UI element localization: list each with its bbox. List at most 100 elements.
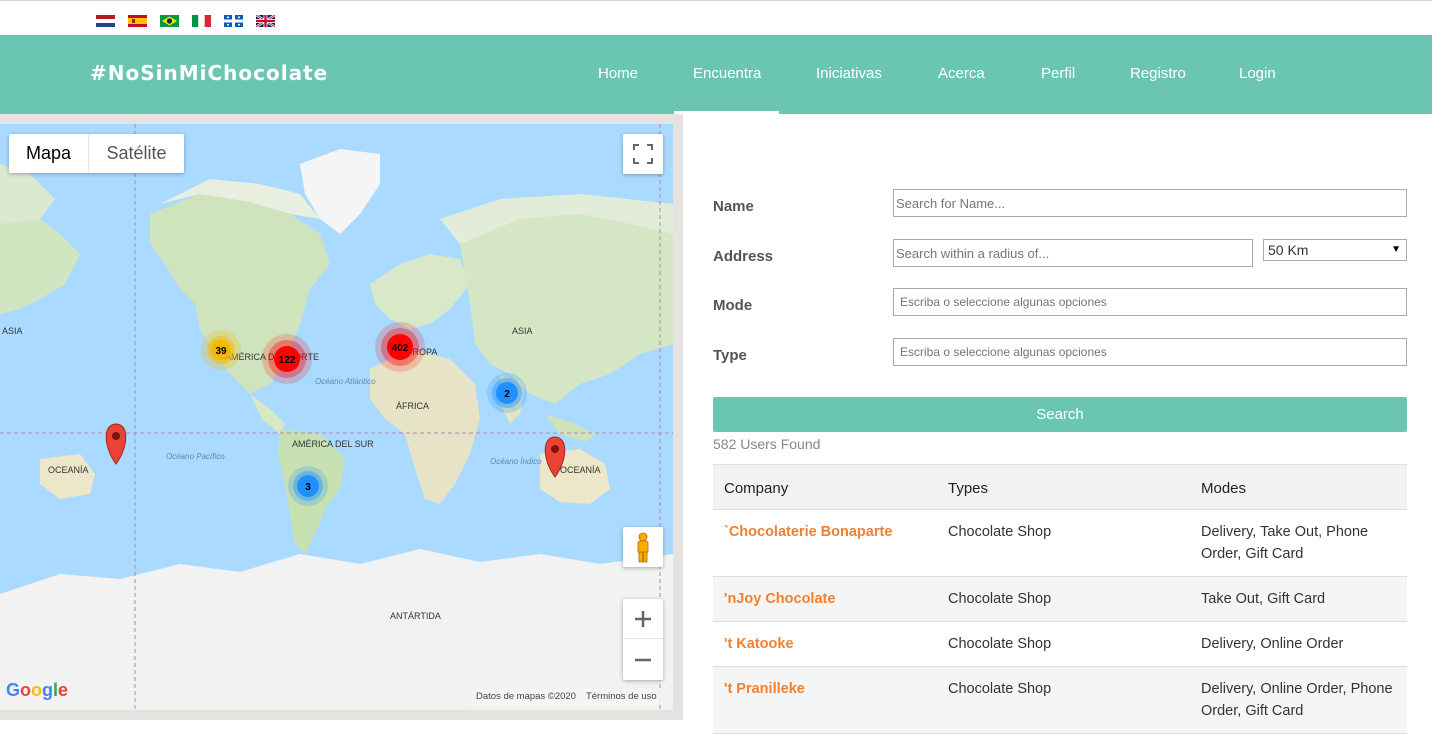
street-view-button[interactable]: [623, 527, 663, 567]
modes-cell: Delivery, Online Order: [1201, 636, 1344, 652]
nav-registro[interactable]: Registro: [1130, 65, 1186, 82]
map-canvas: ASIA AMÉRICA DEL NORTE EUROPA ASIA Océan…: [0, 124, 673, 710]
radius-select[interactable]: 50 Km ▼: [1263, 239, 1407, 261]
table-row: 't Pranilleke Chocolate Shop Delivery, O…: [713, 667, 1407, 734]
cluster-marker-39[interactable]: 39: [201, 330, 241, 370]
nav-login[interactable]: Login: [1239, 65, 1276, 82]
table-header: Company Types Modes: [713, 464, 1407, 510]
east-asia-fragment: [0, 164, 55, 224]
asia-west-landmass: [0, 219, 80, 314]
world-map[interactable]: ASIA AMÉRICA DEL NORTE EUROPA ASIA Océan…: [0, 124, 673, 710]
map-pin-pacific[interactable]: [105, 423, 127, 465]
caret-down-icon: ▼: [1391, 244, 1401, 255]
results-table: Company Types Modes `Chocolaterie Bonapa…: [713, 464, 1407, 734]
modes-cell: Delivery, Online Order, Phone Order, Gif…: [1201, 681, 1393, 719]
italian-flag-icon[interactable]: [192, 15, 211, 27]
header-company[interactable]: Company: [724, 480, 788, 497]
uk-flag-icon[interactable]: [256, 15, 275, 27]
label-asia: ASIA: [512, 326, 533, 336]
map-panel: ASIA AMÉRICA DEL NORTE EUROPA ASIA Océan…: [0, 114, 683, 720]
quebec-flag-icon[interactable]: [224, 15, 243, 27]
cluster-count: 402: [392, 343, 409, 354]
label-oceania-right: OCEANÍA: [560, 465, 601, 475]
nav-acerca[interactable]: Acerca: [938, 65, 985, 82]
map-terms-link[interactable]: Términos de uso: [581, 689, 662, 705]
company-link[interactable]: `Chocolaterie Bonaparte: [724, 521, 892, 543]
dutch-flag-icon[interactable]: [96, 15, 115, 27]
address-label: Address: [713, 248, 774, 265]
header-types[interactable]: Types: [948, 480, 988, 497]
brand-logo[interactable]: #NoSinMiChocolate: [90, 61, 328, 85]
map-type-control: Mapa Satélite: [9, 134, 184, 173]
zoom-in-button[interactable]: [623, 599, 663, 639]
modes-cell: Take Out, Gift Card: [1201, 591, 1326, 607]
modes-cell: Delivery, Take Out, Phone Order, Gift Ca…: [1201, 524, 1369, 562]
company-link[interactable]: 't Katooke: [724, 633, 794, 655]
cluster-count: 39: [215, 346, 227, 357]
header-modes[interactable]: Modes: [1201, 480, 1246, 497]
type-multiselect-input[interactable]: [893, 338, 1407, 366]
mode-label: Mode: [713, 297, 753, 314]
nav-iniciativas[interactable]: Iniciativas: [816, 65, 882, 82]
antarctica-landmass: [0, 549, 673, 710]
central-america-landmass: [250, 394, 285, 434]
asia-landmass: [460, 214, 673, 404]
active-nav-indicator: [674, 111, 779, 114]
label-antartida: ANTÁRTIDA: [390, 611, 441, 621]
label-america-sur: AMÉRICA DEL SUR: [292, 439, 374, 449]
main-navbar: #NoSinMiChocolate Home Encuentra Iniciat…: [0, 35, 1432, 114]
pegman-icon: [637, 532, 649, 563]
cluster-count: 122: [279, 355, 296, 366]
label-oceano-pacifico: Océano Pacífico: [166, 452, 225, 461]
map-data-credit: Datos de mapas ©2020: [476, 691, 576, 702]
brazilian-flag-icon[interactable]: [160, 15, 179, 27]
results-count: 582 Users Found: [713, 436, 821, 452]
map-type-mapa-button[interactable]: Mapa: [9, 134, 89, 173]
label-oceano-atlantico: Océano Atlántico: [315, 377, 376, 386]
type-label: Type: [713, 347, 747, 364]
fullscreen-button[interactable]: [623, 134, 663, 174]
map-type-satellite-button[interactable]: Satélite: [89, 134, 184, 173]
fullscreen-icon: [633, 144, 653, 164]
search-button[interactable]: Search: [713, 397, 1407, 432]
cluster-count: 3: [305, 482, 311, 493]
australia-left-fragment: [40, 454, 95, 499]
label-africa: ÁFRICA: [396, 401, 429, 411]
type-cell: Chocolate Shop: [948, 681, 1052, 697]
spanish-flag-icon[interactable]: [128, 15, 147, 27]
language-flags: [96, 15, 275, 27]
name-search-input[interactable]: [893, 189, 1407, 217]
table-row: `Chocolaterie Bonaparte Chocolate Shop D…: [713, 510, 1407, 577]
type-cell: Chocolate Shop: [948, 524, 1052, 540]
label-asia-left: ASIA: [2, 326, 23, 336]
type-cell: Chocolate Shop: [948, 591, 1052, 607]
top-border: [0, 0, 1432, 3]
mode-multiselect-input[interactable]: [893, 288, 1407, 316]
label-oceano-indico: Océano Índico: [490, 457, 542, 466]
zoom-control: [623, 599, 663, 680]
africa-landmass: [370, 349, 480, 504]
cluster-marker-2[interactable]: 2: [487, 373, 527, 413]
greenland-landmass: [300, 149, 380, 234]
label-oceania-left: OCEANÍA: [48, 465, 89, 475]
plus-icon: [635, 610, 651, 627]
address-search-input[interactable]: [893, 239, 1253, 267]
type-cell: Chocolate Shop: [948, 636, 1052, 652]
company-link[interactable]: 'nJoy Chocolate: [724, 588, 835, 610]
map-attribution: Datos de mapas ©2020 Términos de uso: [471, 689, 662, 705]
minus-icon: [635, 658, 651, 662]
table-row: 't Katooke Chocolate Shop Delivery, Onli…: [713, 622, 1407, 667]
table-row: 'nJoy Chocolate Chocolate Shop Take Out,…: [713, 577, 1407, 622]
nav-encuentra[interactable]: Encuentra: [693, 65, 761, 82]
cluster-count: 2: [504, 389, 510, 400]
google-logo[interactable]: Google: [6, 680, 68, 701]
cluster-marker-402[interactable]: 402: [375, 322, 425, 372]
company-link[interactable]: 't Pranilleke: [724, 678, 805, 700]
cluster-marker-122[interactable]: 122: [262, 334, 312, 384]
cluster-marker-3[interactable]: 3: [288, 466, 328, 506]
zoom-out-button[interactable]: [623, 640, 663, 680]
europe-landmass: [370, 254, 470, 329]
name-label: Name: [713, 198, 754, 215]
nav-home[interactable]: Home: [598, 65, 638, 82]
nav-perfil[interactable]: Perfil: [1041, 65, 1075, 82]
